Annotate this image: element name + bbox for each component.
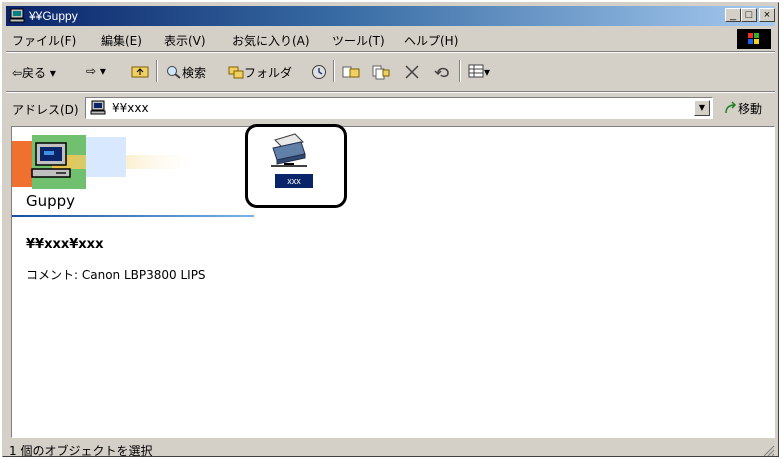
go-icon bbox=[725, 101, 737, 114]
printer-comment: コメント: Canon LBP3800 LIPS bbox=[26, 268, 206, 282]
address-field[interactable]: ¥¥xxx ▼ bbox=[85, 97, 713, 119]
views-dropdown-arrow: ▾ bbox=[484, 65, 491, 79]
folders-button[interactable]: フォルダ bbox=[228, 64, 292, 81]
printer-item-label[interactable]: xxx bbox=[275, 174, 313, 188]
computer-icon bbox=[90, 100, 106, 115]
search-button[interactable]: 検索 bbox=[166, 64, 206, 81]
forward-button[interactable]: ⇨ ▾ bbox=[86, 64, 106, 78]
window-title: ¥¥Guppy bbox=[29, 9, 78, 23]
menu-tools[interactable]: ツール(T) bbox=[332, 32, 385, 49]
copy-to-icon bbox=[372, 65, 390, 80]
menu-edit[interactable]: 編集(E) bbox=[101, 32, 142, 49]
explorer-window: ¥¥Guppy _ □ × ファイル(F) 編集(E) 表示(V) お気に入り(… bbox=[2, 2, 779, 458]
menu-help[interactable]: ヘルプ(H) bbox=[404, 32, 458, 49]
back-button[interactable]: ⇦戻る ▾ bbox=[12, 64, 56, 81]
banner-title: Guppy bbox=[26, 192, 76, 210]
folders-label: フォルダ bbox=[244, 66, 293, 80]
printer-share-icon[interactable] bbox=[267, 132, 311, 170]
go-button[interactable]: 移動 bbox=[724, 100, 762, 117]
toolbar-separator bbox=[333, 60, 335, 82]
copy-to-button[interactable] bbox=[372, 64, 390, 83]
title-bar[interactable]: ¥¥Guppy _ □ × bbox=[6, 6, 775, 26]
status-bar: 1 個のオブジェクトを選択 bbox=[6, 440, 775, 458]
move-to-icon bbox=[342, 66, 360, 78]
views-icon bbox=[468, 64, 484, 78]
toolbar: ⇦戻る ▾ ⇨ ▾ 検索 フォルダ ▾ bbox=[6, 54, 775, 90]
menu-bar: ファイル(F) 編集(E) 表示(V) お気に入り(A) ツール(T) ヘルプ(… bbox=[6, 28, 775, 50]
delete-button[interactable] bbox=[404, 64, 420, 83]
up-button[interactable] bbox=[131, 64, 149, 81]
menu-favorites[interactable]: お気に入り(A) bbox=[232, 32, 310, 49]
undo-button[interactable] bbox=[434, 64, 452, 83]
folders-icon bbox=[228, 66, 244, 79]
folder-banner: Guppy bbox=[12, 127, 257, 219]
go-label: 移動 bbox=[738, 102, 763, 116]
resize-grip-icon[interactable] bbox=[761, 443, 775, 457]
history-button[interactable] bbox=[311, 64, 327, 83]
undo-icon bbox=[434, 67, 449, 78]
menu-file[interactable]: ファイル(F) bbox=[12, 32, 76, 49]
folder-view: Guppy ¥¥xxx¥xxx コメント: Canon LBP3800 LIPS bbox=[11, 126, 775, 438]
share-path: ¥¥xxx¥xxx bbox=[26, 237, 104, 252]
history-icon bbox=[312, 65, 326, 79]
views-button[interactable]: ▾ bbox=[468, 64, 490, 79]
search-label: 検索 bbox=[182, 66, 207, 80]
status-text: 1 個のオブジェクトを選択 bbox=[9, 444, 153, 458]
move-to-button[interactable] bbox=[342, 64, 360, 83]
banner-underline bbox=[12, 215, 254, 217]
up-folder-icon bbox=[131, 66, 149, 78]
menu-view[interactable]: 表示(V) bbox=[164, 32, 206, 49]
toolbar-separator bbox=[156, 60, 158, 82]
menu-separator bbox=[6, 51, 775, 53]
close-button[interactable]: × bbox=[759, 8, 775, 22]
search-icon bbox=[167, 66, 181, 79]
toolbar-separator bbox=[459, 60, 461, 82]
address-bar: アドレス(D) ¥¥xxx ▼ 移動 bbox=[6, 93, 775, 123]
address-label: アドレス(D) bbox=[12, 103, 79, 117]
maximize-button[interactable]: □ bbox=[741, 8, 757, 22]
minimize-button[interactable]: _ bbox=[725, 8, 741, 22]
address-dropdown-button[interactable]: ▼ bbox=[694, 100, 710, 116]
windows-flag-icon bbox=[737, 29, 771, 49]
delete-icon bbox=[405, 65, 419, 79]
address-value: ¥¥xxx bbox=[112, 101, 149, 115]
computer-icon bbox=[31, 142, 71, 178]
computer-icon bbox=[9, 8, 25, 23]
